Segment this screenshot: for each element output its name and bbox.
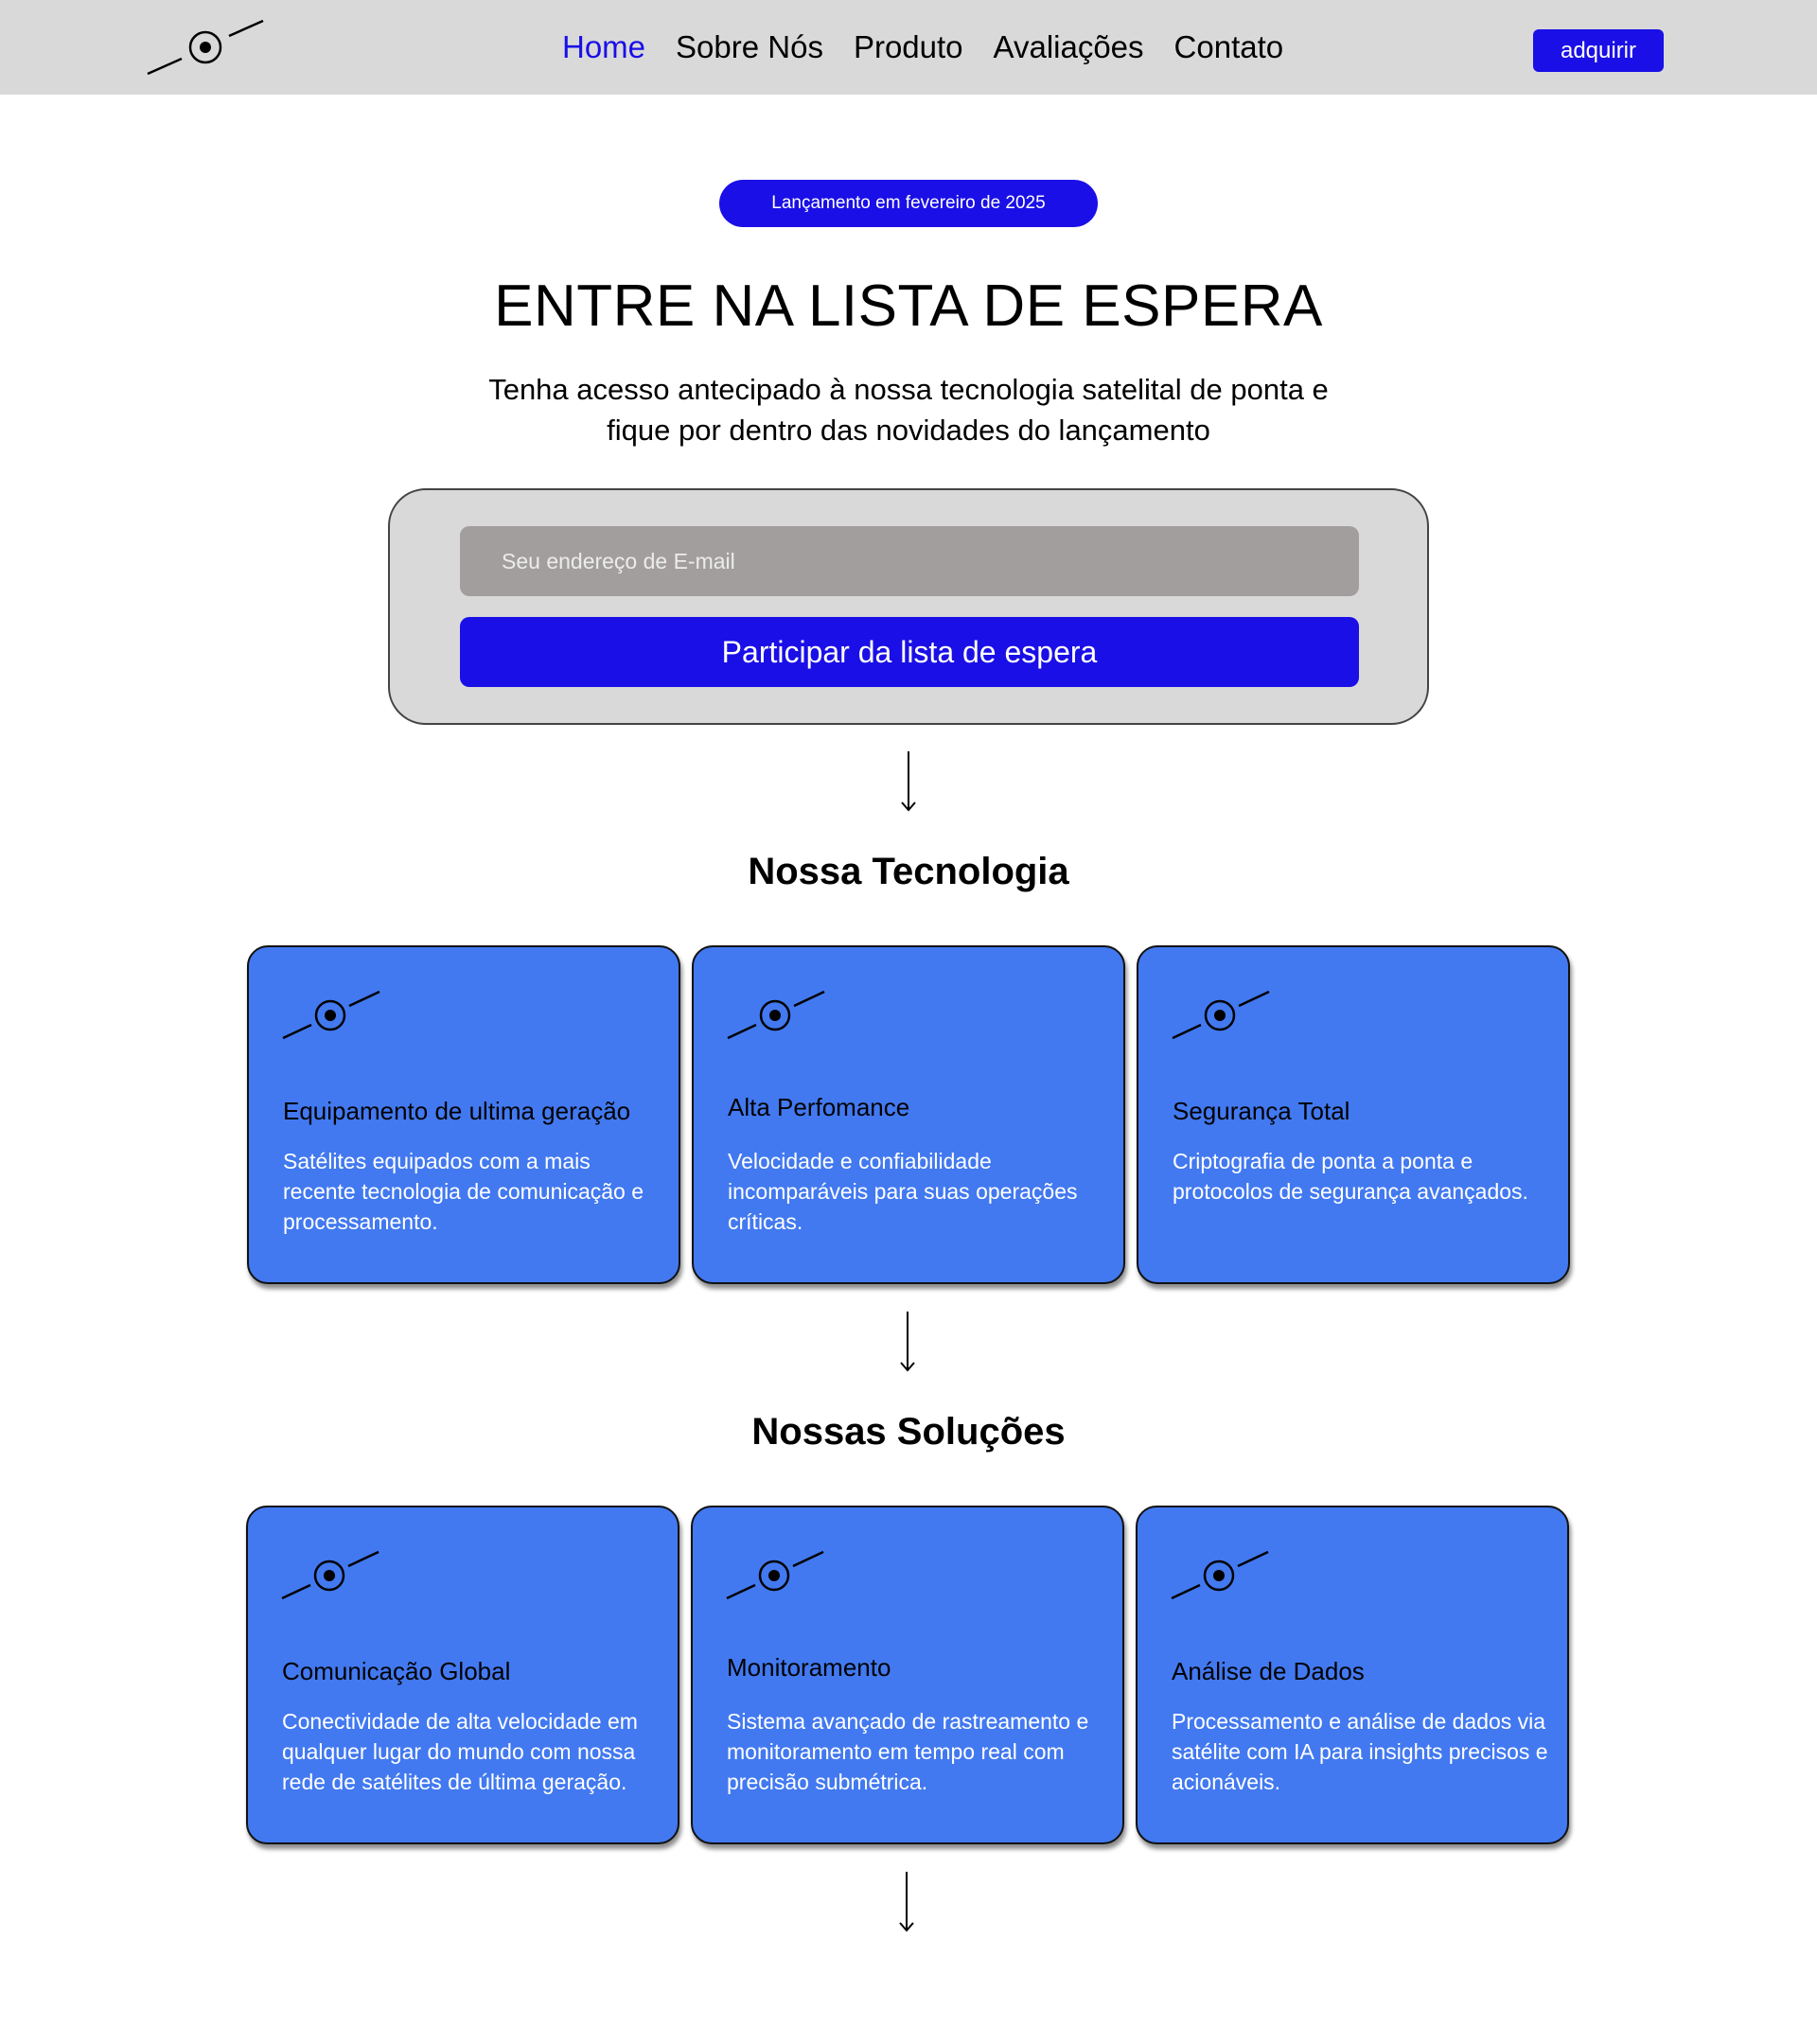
tech-card: Alta Perfomance Velocidade e confiabilid… xyxy=(692,945,1125,1284)
satellite-icon xyxy=(1172,990,1270,1040)
nav-contato[interactable]: Contato xyxy=(1159,26,1299,68)
arrow-down-icon xyxy=(901,751,916,812)
satellite-icon xyxy=(282,990,380,1040)
page-title: ENTRE NA LISTA DE ESPERA xyxy=(494,273,1323,339)
nav-home[interactable]: Home xyxy=(547,26,661,68)
join-waitlist-button[interactable]: Participar da lista de espera xyxy=(460,617,1359,687)
section-title-tecnologia: Nossa Tecnologia xyxy=(748,851,1069,892)
section-title-solucoes: Nossas Soluções xyxy=(751,1411,1066,1453)
satellite-icon xyxy=(1171,1550,1269,1600)
card-description: Sistema avançado de rastreamento e monit… xyxy=(727,1709,1089,1794)
card-title: Equipamento de ultima geração xyxy=(283,1097,631,1125)
satellite-icon xyxy=(726,1550,824,1600)
solution-card: Análise de Dados Processamento e análise… xyxy=(1136,1506,1569,1844)
card-description: Conectividade de alta velocidade em qual… xyxy=(282,1709,638,1794)
satellite-logo-icon[interactable] xyxy=(144,15,267,79)
nav-sobre-nos[interactable]: Sobre Nós xyxy=(661,26,838,68)
card-title: Comunicação Global xyxy=(282,1657,511,1685)
waitlist-form: Participar da lista de espera xyxy=(388,488,1429,725)
card-title: Segurança Total xyxy=(1173,1097,1350,1125)
hero-subtitle-line: Tenha acesso antecipado à nossa tecnolog… xyxy=(488,373,1329,406)
email-field[interactable] xyxy=(460,526,1359,596)
tech-card: Segurança Total Criptografia de ponta a … xyxy=(1137,945,1570,1284)
arrow-down-icon xyxy=(899,1872,914,1932)
hero-subtitle: Tenha acesso antecipado à nossa tecnolog… xyxy=(435,369,1382,450)
solution-card: Comunicação Global Conectividade de alta… xyxy=(246,1506,679,1844)
card-title: Alta Perfomance xyxy=(728,1093,910,1121)
satellite-icon xyxy=(281,1550,379,1600)
nav-avaliacoes[interactable]: Avaliações xyxy=(979,26,1159,68)
card-description: Criptografia de ponta a ponta e protocol… xyxy=(1173,1149,1528,1204)
launch-badge: Lançamento em fevereiro de 2025 xyxy=(719,180,1098,227)
tech-card: Equipamento de ultima geração Satélites … xyxy=(247,945,680,1284)
site-header: Home Sobre Nós Produto Avaliações Contat… xyxy=(0,0,1817,95)
card-description: Velocidade e confiabilidade incomparávei… xyxy=(728,1149,1078,1234)
card-title: Monitoramento xyxy=(727,1653,891,1682)
satellite-icon xyxy=(727,990,825,1040)
main-nav: Home Sobre Nós Produto Avaliações Contat… xyxy=(547,26,1298,68)
card-description: Processamento e análise de dados via sat… xyxy=(1172,1709,1548,1794)
nav-produto[interactable]: Produto xyxy=(838,26,979,68)
solution-card: Monitoramento Sistema avançado de rastre… xyxy=(691,1506,1124,1844)
card-description: Satélites equipados com a mais recente t… xyxy=(283,1149,644,1234)
hero-subtitle-line: fique por dentro das novidades do lançam… xyxy=(607,414,1210,447)
buy-button[interactable]: adquirir xyxy=(1533,29,1664,72)
arrow-down-icon xyxy=(900,1312,915,1372)
card-title: Análise de Dados xyxy=(1172,1657,1365,1685)
